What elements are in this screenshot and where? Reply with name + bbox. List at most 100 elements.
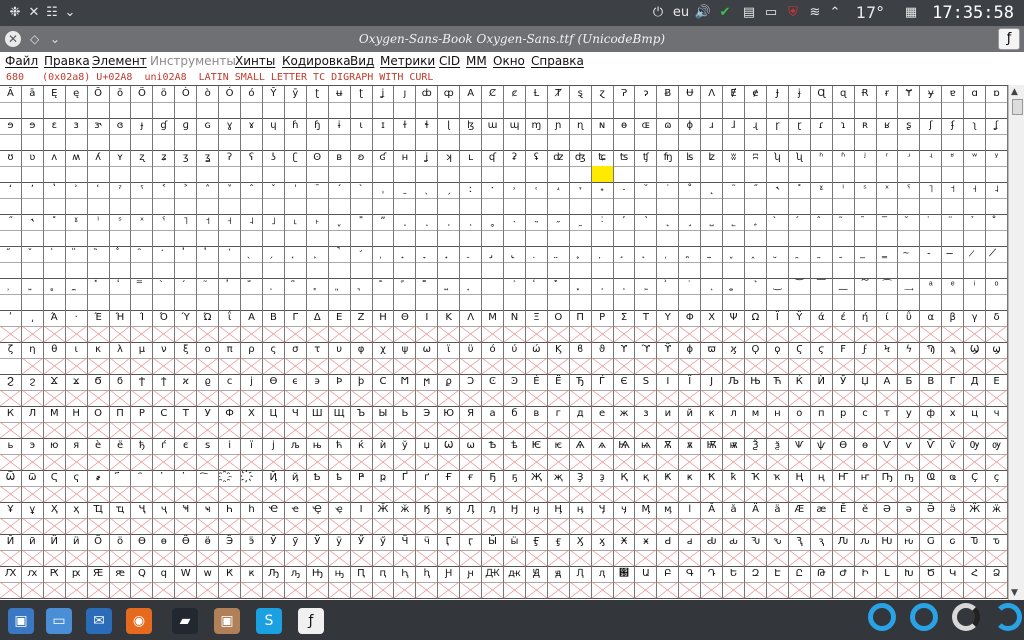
glyph-label[interactable]: ̧ xyxy=(613,246,636,263)
glyph-cell[interactable] xyxy=(920,230,943,247)
glyph-label[interactable]: ɦ xyxy=(284,118,307,135)
glyph-label[interactable]: ѱ xyxy=(810,438,833,455)
glyph-cell[interactable] xyxy=(876,230,899,247)
glyph-cell[interactable] xyxy=(197,358,220,375)
glyph-label[interactable]: ʴ xyxy=(898,150,921,167)
glyph-label[interactable]: ̄ xyxy=(854,214,877,231)
glyph-cell[interactable] xyxy=(788,102,811,119)
glyph-label[interactable]: ұ xyxy=(21,502,44,519)
glyph-cell[interactable] xyxy=(438,358,461,375)
glyph-label[interactable]: Ϋ xyxy=(788,310,811,327)
glyph-cell[interactable] xyxy=(810,518,833,535)
glyph-cell[interactable] xyxy=(766,390,789,407)
glyph-label[interactable]: ɉ xyxy=(788,86,811,103)
glyph-cell[interactable] xyxy=(657,166,680,183)
glyph-cell[interactable] xyxy=(394,582,417,599)
glyph-cell[interactable] xyxy=(460,582,483,599)
glyph-cell[interactable] xyxy=(438,550,461,567)
glyph-label[interactable]: ʿ xyxy=(87,182,110,199)
glyph-cell[interactable] xyxy=(942,198,965,215)
glyph-label[interactable]: ̖ xyxy=(241,246,263,263)
glyph-cell[interactable] xyxy=(350,134,373,151)
glyph-label[interactable]: ̟ xyxy=(438,246,461,263)
glyph-label[interactable]: Ɉ xyxy=(766,86,789,103)
glyph-cell[interactable] xyxy=(262,166,285,183)
glyph-cell[interactable] xyxy=(920,262,943,279)
glyph-label[interactable]: ʋ xyxy=(21,150,44,167)
glyph-label[interactable]: ɴ xyxy=(591,118,614,135)
glyph-cell[interactable] xyxy=(613,102,636,119)
glyph-cell[interactable] xyxy=(942,422,965,439)
glyph-label[interactable]: ԇ xyxy=(810,534,833,551)
glyph-cell[interactable] xyxy=(986,102,1008,119)
glyph-label[interactable]: ӏ xyxy=(679,502,702,519)
glyph-label[interactable]: Դ xyxy=(701,566,724,583)
glyph-cell[interactable] xyxy=(964,518,987,535)
glyph-cell[interactable] xyxy=(986,198,1008,215)
glyph-label[interactable]: Ͽ xyxy=(504,374,526,391)
glyph-cell[interactable] xyxy=(328,422,351,439)
glyph-cell[interactable] xyxy=(832,518,855,535)
glyph-label[interactable]: ˓ xyxy=(525,182,548,199)
glyph-cell[interactable] xyxy=(723,486,746,503)
glyph-label[interactable]: ȸ xyxy=(416,86,439,103)
glyph-cell[interactable] xyxy=(416,102,439,119)
glyph-cell[interactable] xyxy=(986,326,1008,343)
glyph-label[interactable]: Ԙ xyxy=(87,566,110,583)
glyph-label[interactable]: ѐ xyxy=(87,438,110,455)
glyph-label[interactable]: Ѕ xyxy=(635,374,658,391)
glyph-cell[interactable] xyxy=(482,358,504,375)
close-window-button[interactable]: ✕ xyxy=(5,31,21,47)
glyph-label[interactable]: ά xyxy=(810,310,833,327)
glyph-label[interactable]: ̱ xyxy=(832,246,855,263)
glyph-cell[interactable] xyxy=(284,262,307,279)
glyph-label[interactable]: ̤ xyxy=(547,246,570,263)
glyph-cell[interactable] xyxy=(504,390,526,407)
glyph-cell[interactable] xyxy=(153,358,176,375)
glyph-cell[interactable] xyxy=(613,582,636,599)
glyph-cell[interactable] xyxy=(898,326,921,343)
glyph-label[interactable]: Ѝ xyxy=(810,374,833,391)
glyph-label[interactable]: ΐ xyxy=(219,310,242,327)
glyph-label[interactable]: α xyxy=(920,310,943,327)
menu-item[interactable]: Файл xyxy=(5,52,38,71)
glyph-cell[interactable] xyxy=(745,198,767,215)
glyph-label[interactable]: ʦ xyxy=(613,150,636,167)
menu-item[interactable]: Хинты xyxy=(235,52,275,71)
glyph-label[interactable]: ʤ xyxy=(569,150,592,167)
glyph-label[interactable]: Χ xyxy=(701,310,724,327)
glyph-cell[interactable] xyxy=(832,422,855,439)
glyph-label[interactable]: Գ xyxy=(679,566,702,583)
glyph-cell[interactable] xyxy=(723,358,746,375)
glyph-label[interactable]: ò xyxy=(197,86,220,103)
glyph-label[interactable]: Ȳ xyxy=(262,86,285,103)
glyph-cell[interactable] xyxy=(482,230,504,247)
glyph-label[interactable]: Ի xyxy=(854,566,877,583)
glyph-label[interactable]: ˕ xyxy=(569,182,592,199)
glyph-cell[interactable] xyxy=(372,358,395,375)
glyph-cell[interactable] xyxy=(460,134,483,151)
glyph-cell[interactable] xyxy=(810,230,833,247)
glyph-label[interactable]: ̼ xyxy=(65,278,88,295)
glyph-cell[interactable] xyxy=(153,262,176,279)
glyph-cell[interactable] xyxy=(65,230,88,247)
glyph-cell[interactable] xyxy=(613,166,636,183)
glyph-label[interactable]: ͞ xyxy=(810,278,833,295)
glyph-label[interactable]: ԍ xyxy=(942,534,965,551)
glyph-cell[interactable] xyxy=(964,390,987,407)
glyph-label[interactable]: ʢ xyxy=(525,150,548,167)
glyph-label[interactable]: Է xyxy=(766,566,789,583)
glyph-cell[interactable] xyxy=(43,230,66,247)
glyph-cell[interactable] xyxy=(679,582,702,599)
glyph-label[interactable]: ̹ xyxy=(0,278,22,295)
glyph-cell[interactable] xyxy=(657,326,680,343)
glyph-cell[interactable] xyxy=(21,198,44,215)
glyph-label[interactable]: Т xyxy=(175,406,198,423)
glyph-label[interactable]: ˵ xyxy=(525,214,548,231)
glyph-cell[interactable] xyxy=(723,550,746,567)
glyph-label[interactable]: Ϩ xyxy=(0,374,22,391)
glyph-cell[interactable] xyxy=(394,518,417,535)
glyph-cell[interactable] xyxy=(284,198,307,215)
glyph-label[interactable]: Ӷ xyxy=(438,534,461,551)
glyph-label[interactable]: ˣ xyxy=(876,182,899,199)
